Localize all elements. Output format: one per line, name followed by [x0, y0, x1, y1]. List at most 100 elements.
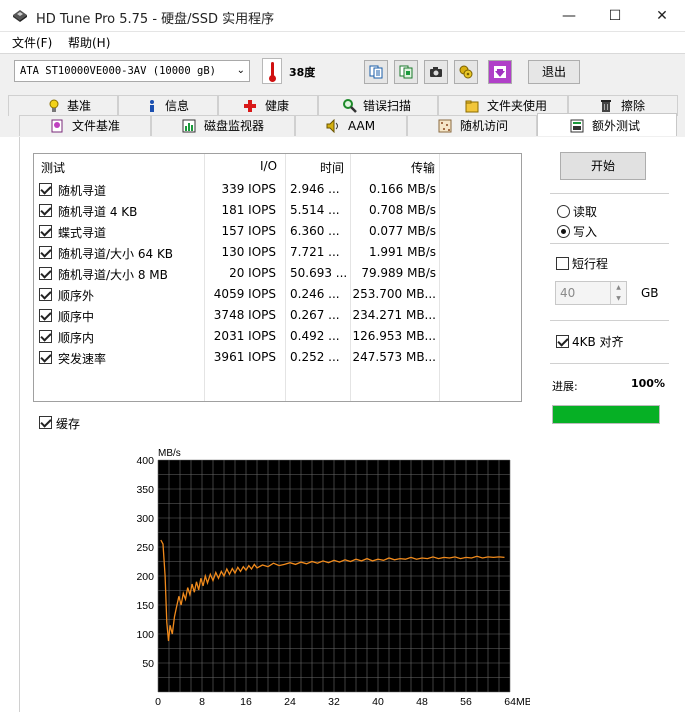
tab-extra-tests[interactable]: 额外测试	[537, 113, 677, 136]
save-button[interactable]	[488, 60, 512, 84]
test-io: 130 IOPS	[221, 245, 276, 259]
divider	[550, 363, 669, 364]
close-button[interactable]: ✕	[639, 0, 685, 32]
toolbar: ATA ST10000VE000-3AV (10000 gB) ⌄ 38度 退出	[0, 53, 685, 89]
column-header-io[interactable]: I/O	[260, 159, 277, 173]
test-checkbox[interactable]	[39, 288, 52, 301]
tab-health-label: 健康	[265, 99, 290, 113]
tab-error-scan-label: 错误扫描	[363, 99, 412, 113]
test-io: 2031 IOPS	[213, 329, 276, 343]
tab-random-access[interactable]: 随机访问	[407, 115, 537, 136]
options-button[interactable]	[454, 60, 478, 84]
test-checkbox[interactable]	[39, 204, 52, 217]
chart-y-axis-label: MB/s	[158, 448, 181, 459]
temperature-readout: 38度	[289, 66, 316, 79]
chart-x-tick-label: 16	[240, 696, 252, 708]
minimize-button[interactable]: —	[546, 0, 592, 32]
column-header-time[interactable]: 时间	[320, 159, 344, 176]
test-checkbox[interactable]	[39, 309, 52, 322]
test-checkbox[interactable]	[39, 225, 52, 238]
tab-benchmark[interactable]: 基准	[8, 95, 118, 116]
tab-file-benchmark[interactable]: 文件基准	[19, 115, 151, 136]
menu-file[interactable]: 文件(F)	[12, 34, 52, 51]
test-time: 0.246 ...	[290, 287, 340, 301]
chart-y-tick-label: 200	[136, 571, 154, 583]
test-name: 随机寻道/大小 64 KB	[58, 247, 174, 261]
table-row: 顺序中 3748 IOPS 0.267 ... 234.271 MB...	[34, 305, 521, 326]
chart-x-tick-label: 40	[372, 696, 384, 708]
test-name: 顺序内	[58, 331, 95, 345]
test-checkbox[interactable]	[39, 246, 52, 259]
disk-monitor-icon	[182, 119, 196, 133]
tab-aam[interactable]: AAM	[295, 115, 407, 136]
tab-disk-monitor[interactable]: 磁盘监视器	[151, 115, 295, 136]
random-access-icon	[438, 119, 452, 133]
table-row: 蝶式寻道 157 IOPS 6.360 ... 0.077 MB/s	[34, 221, 521, 242]
test-transfer: 0.708 MB/s	[368, 203, 436, 217]
exit-button[interactable]: 退出	[528, 60, 580, 84]
test-checkbox[interactable]	[39, 330, 52, 343]
cache-label: 缓存	[56, 417, 81, 431]
app-hdtune-icon	[13, 10, 27, 22]
short-stroke-label: 短行程	[572, 257, 609, 271]
write-radio[interactable]	[557, 225, 570, 238]
align-4kb-checkbox[interactable]	[556, 335, 569, 348]
test-name: 随机寻道/大小 8 MB	[58, 268, 168, 282]
thermometer-icon	[262, 58, 282, 84]
test-io: 3961 IOPS	[213, 350, 276, 364]
tab-info[interactable]: 信息	[118, 95, 218, 116]
test-name: 突发速率	[58, 352, 107, 366]
read-radio[interactable]	[557, 205, 570, 218]
column-header-transfer[interactable]: 传输	[411, 159, 435, 176]
chart-y-tick-label: 300	[136, 513, 154, 525]
tab-health[interactable]: 健康	[218, 95, 318, 116]
test-checkbox[interactable]	[39, 183, 52, 196]
drive-select[interactable]: ATA ST10000VE000-3AV (10000 gB) ⌄	[14, 60, 250, 82]
table-row: 随机寻道 339 IOPS 2.946 ... 0.166 MB/s	[34, 179, 521, 200]
cache-checkbox[interactable]	[39, 416, 52, 429]
info-icon	[150, 100, 154, 112]
divider	[550, 320, 669, 321]
tab-error-scan[interactable]: 错误扫描	[318, 95, 438, 116]
table-row: 随机寻道/大小 8 MB 20 IOPS 50.693 ... 79.989 M…	[34, 263, 521, 284]
test-checkbox[interactable]	[39, 267, 52, 280]
results-table: 测试 I/O 时间 传输 随机寻道 339 IOPS 2.946 ... 0.1…	[33, 153, 522, 402]
chart-y-tick-label: 50	[142, 658, 154, 670]
chart-x-tick-label: 24	[284, 696, 296, 708]
test-time: 5.514 ...	[290, 203, 340, 217]
test-transfer: 1.991 MB/s	[368, 245, 436, 259]
test-io: 339 IOPS	[221, 182, 276, 196]
chart-x-tick-label: 48	[416, 696, 428, 708]
test-io: 181 IOPS	[221, 203, 276, 217]
chart-x-tick-label: 32	[328, 696, 340, 708]
bulb-icon	[49, 99, 59, 112]
menu-help[interactable]: 帮助(H)	[68, 34, 110, 51]
test-checkbox[interactable]	[39, 351, 52, 364]
table-row: 顺序外 4059 IOPS 0.246 ... 253.700 MB...	[34, 284, 521, 305]
table-row: 随机寻道 4 KB 181 IOPS 5.514 ... 0.708 MB/s	[34, 200, 521, 221]
size-spinner[interactable]: ▲ ▼	[610, 282, 626, 304]
read-radio-label: 读取	[573, 205, 598, 219]
folder-icon	[465, 100, 479, 113]
start-button[interactable]: 开始	[560, 152, 646, 180]
tab-info-label: 信息	[165, 99, 190, 113]
progress-value: 100%	[631, 377, 665, 390]
test-io: 157 IOPS	[221, 224, 276, 238]
test-time: 2.946 ...	[290, 182, 340, 196]
tab-random-access-label: 随机访问	[460, 119, 509, 133]
column-header-test[interactable]: 测试	[41, 159, 65, 176]
test-time: 50.693 ...	[290, 266, 348, 280]
chart-x-tick-label: 64MB	[504, 696, 530, 708]
screenshot-button[interactable]	[424, 60, 448, 84]
copy-text-button[interactable]	[364, 60, 388, 84]
test-time: 0.267 ...	[290, 308, 340, 322]
test-name: 顺序中	[58, 310, 95, 324]
maximize-button[interactable]: ☐	[592, 0, 638, 32]
short-stroke-checkbox[interactable]	[556, 257, 569, 270]
test-transfer: 247.573 MB...	[352, 350, 436, 364]
table-row: 突发速率 3961 IOPS 0.252 ... 247.573 MB...	[34, 347, 521, 368]
health-cross-icon	[244, 100, 256, 112]
copy-info-button[interactable]	[394, 60, 418, 84]
progress-bar	[552, 405, 660, 424]
chart-y-tick-label: 100	[136, 629, 154, 641]
